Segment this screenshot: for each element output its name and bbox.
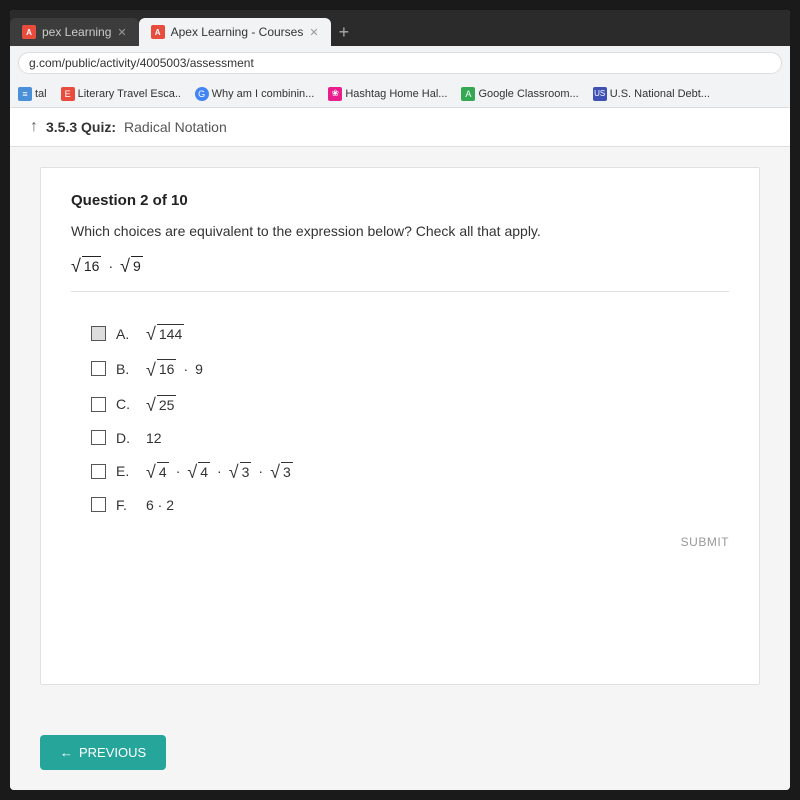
radical-content-9: 9 xyxy=(131,256,143,275)
bookmarks-bar: ≡ tal E Literary Travel Esca... G Why am… xyxy=(10,80,790,108)
radical-16: √ 16 xyxy=(71,256,101,275)
previous-button[interactable]: ← PREVIOUS xyxy=(40,735,166,770)
checkbox-d[interactable] xyxy=(91,430,106,445)
tab-label-inactive: pex Learning xyxy=(42,25,111,39)
radical-144: √ 144 xyxy=(146,324,184,343)
quiz-main: Question 2 of 10 Which choices are equiv… xyxy=(40,167,760,685)
radical-9: √ 9 xyxy=(120,256,143,275)
nav-section: ← PREVIOUS xyxy=(10,705,790,790)
choice-a: A. √ 144 xyxy=(91,324,729,343)
choice-letter-f: F. xyxy=(116,497,136,513)
checkbox-f[interactable] xyxy=(91,497,106,512)
tab-label-active: Apex Learning - Courses xyxy=(171,25,304,39)
checkbox-a[interactable] xyxy=(91,326,106,341)
question-text: Which choices are equivalent to the expr… xyxy=(71,221,729,242)
page-content: ↑ 3.5.3 Quiz: Radical Notation Question … xyxy=(10,108,790,790)
submit-area: SUBMIT xyxy=(71,523,729,561)
choice-letter-e: E. xyxy=(116,463,136,479)
bookmark-label-classroom: Google Classroom... xyxy=(478,88,578,100)
choice-expr-b: √ 16 · 9 xyxy=(146,359,203,378)
choice-letter-d: D. xyxy=(116,430,136,446)
bookmark-icon-hashtag: ❀ xyxy=(328,87,342,101)
choice-f: F. 6 · 2 xyxy=(91,497,729,513)
tab-apex-learning-inactive[interactable]: A pex Learning ✕ xyxy=(10,18,139,46)
bookmark-label-debt: U.S. National Debt... xyxy=(610,88,710,100)
bookmark-why[interactable]: G Why am I combinin... xyxy=(195,87,315,101)
previous-label: PREVIOUS xyxy=(79,745,146,760)
choice-c: C. √ 25 xyxy=(91,395,729,414)
address-bar-row: g.com/public/activity/4005003/assessment xyxy=(10,46,790,80)
choice-letter-a: A. xyxy=(116,326,136,342)
bookmark-hashtag[interactable]: ❀ Hashtag Home Hal... xyxy=(328,87,447,101)
choice-expr-f: 6 · 2 xyxy=(146,497,174,513)
question-header: Question 2 of 10 xyxy=(71,192,729,209)
choice-b: B. √ 16 · 9 xyxy=(91,359,729,378)
address-bar[interactable]: g.com/public/activity/4005003/assessment xyxy=(18,52,782,74)
choices-list: A. √ 144 B. √ 16 xyxy=(71,308,729,513)
main-expression: √ 16 · √ 9 xyxy=(71,256,729,292)
submit-button[interactable]: SUBMIT xyxy=(681,535,729,549)
breadcrumb-icon: ↑ xyxy=(30,118,38,136)
bookmark-icon-debt: US xyxy=(593,87,607,101)
checkbox-b[interactable] xyxy=(91,361,106,376)
browser-chrome: A pex Learning ✕ A Apex Learning - Cours… xyxy=(10,10,790,108)
tab-close-inactive[interactable]: ✕ xyxy=(117,26,126,39)
checkbox-c[interactable] xyxy=(91,397,106,412)
choice-e: E. √ 4 · √ 4 · √ xyxy=(91,462,729,481)
bookmark-icon-classroom: A xyxy=(461,87,475,101)
choice-expr-e: √ 4 · √ 4 · √ 3 · xyxy=(146,462,293,481)
bookmark-icon-why: G xyxy=(195,87,209,101)
bookmark-icon-tal: ≡ xyxy=(18,87,32,101)
checkbox-e[interactable] xyxy=(91,464,106,479)
new-tab-button[interactable]: + xyxy=(331,18,358,46)
bookmark-debt[interactable]: US U.S. National Debt... xyxy=(593,87,710,101)
choice-letter-c: C. xyxy=(116,396,136,412)
tab-apex-learning-active[interactable]: A Apex Learning - Courses ✕ xyxy=(139,18,331,46)
radical-sign-9: √ xyxy=(120,257,130,275)
quiz-header: ↑ 3.5.3 Quiz: Radical Notation xyxy=(10,108,790,147)
screen: A pex Learning ✕ A Apex Learning - Cours… xyxy=(10,10,790,790)
dot-separator: · xyxy=(108,258,113,274)
favicon-inactive: A xyxy=(22,25,36,39)
choice-letter-b: B. xyxy=(116,361,136,377)
previous-arrow-icon: ← xyxy=(60,745,73,760)
radical-25: √ 25 xyxy=(146,395,176,414)
choice-expr-c: √ 25 xyxy=(146,395,176,414)
bookmark-classroom[interactable]: A Google Classroom... xyxy=(461,87,578,101)
bookmark-label-hashtag: Hashtag Home Hal... xyxy=(345,88,447,100)
choice-expr-a: √ 144 xyxy=(146,324,184,343)
choice-d: D. 12 xyxy=(91,430,729,446)
radical-content-16: 16 xyxy=(82,256,102,275)
bookmark-label-tal: tal xyxy=(35,88,47,100)
tab-bar: A pex Learning ✕ A Apex Learning - Cours… xyxy=(10,10,790,46)
bookmark-label-literary: Literary Travel Esca... xyxy=(78,88,181,100)
bookmark-literary[interactable]: E Literary Travel Esca... xyxy=(61,87,181,101)
radical-sign-16: √ xyxy=(71,257,81,275)
bookmark-tal[interactable]: ≡ tal xyxy=(18,87,47,101)
tab-close-active[interactable]: ✕ xyxy=(309,26,318,39)
favicon-active: A xyxy=(151,25,165,39)
breadcrumb-label: 3.5.3 Quiz: xyxy=(46,119,116,135)
breadcrumb-title: Radical Notation xyxy=(124,119,227,135)
choice-expr-d: 12 xyxy=(146,430,162,446)
bookmark-label-why: Why am I combinin... xyxy=(212,88,315,100)
bookmark-icon-literary: E xyxy=(61,87,75,101)
radical-b-16: √ 16 xyxy=(146,359,176,378)
